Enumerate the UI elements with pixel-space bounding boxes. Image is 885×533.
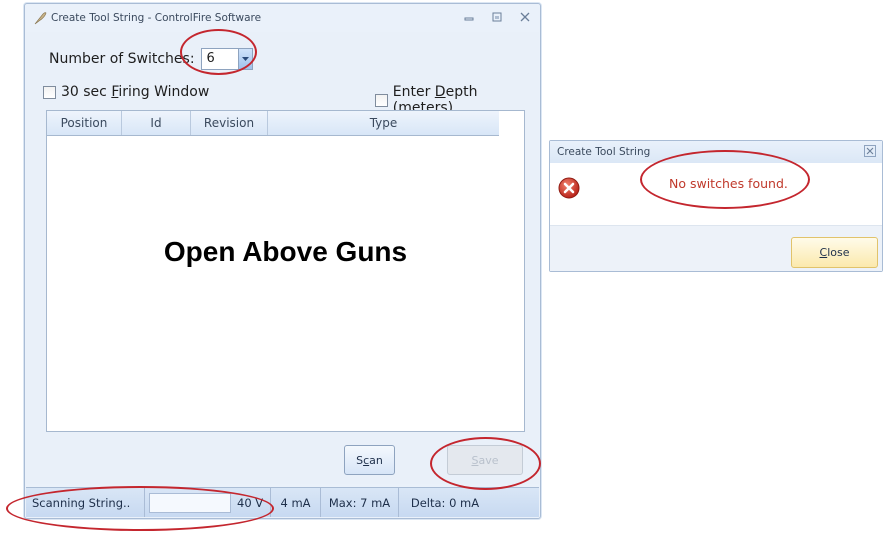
number-of-switches-label: Number of Switches:	[49, 51, 195, 67]
dialog-footer: Close	[550, 225, 882, 271]
app-feather-icon	[34, 12, 47, 25]
annotation-ellipse-status	[6, 486, 274, 531]
close-icon[interactable]	[518, 10, 532, 24]
scan-button[interactable]: Sc an	[344, 445, 395, 475]
dialog-title: Create Tool String	[557, 146, 651, 158]
firing-window-checkbox[interactable]	[43, 85, 56, 99]
annotation-ellipse-message	[640, 150, 810, 209]
status-current: 4 mA	[271, 488, 321, 517]
open-above-guns-text: Open Above Guns	[163, 236, 408, 267]
minimize-icon[interactable]	[462, 10, 476, 24]
dialog-close-icon[interactable]	[864, 145, 876, 157]
annotation-ellipse-save	[430, 437, 541, 490]
firing-window-label: 30 sec Firing Window	[61, 84, 210, 100]
column-header-type[interactable]: Type	[268, 111, 499, 135]
error-icon	[558, 177, 580, 199]
grid-header: Position Id Revision Type	[47, 111, 499, 136]
window-content: Number of Switches: 6 30 sec Firing Wind…	[26, 32, 539, 484]
column-header-position[interactable]: Position	[47, 111, 122, 135]
status-delta-current: Delta: 0 mA	[410, 495, 480, 510]
maximize-icon[interactable]	[490, 10, 504, 24]
switches-grid[interactable]: Position Id Revision Type Open Above Gun…	[46, 110, 525, 432]
firing-window-option[interactable]: 30 sec Firing Window	[43, 84, 209, 100]
window-controls	[462, 10, 532, 24]
enter-depth-checkbox[interactable]	[375, 93, 388, 107]
window-title: Create Tool String - ControlFire Softwar…	[51, 12, 262, 24]
close-button[interactable]: Close	[791, 237, 878, 268]
title-bar: Create Tool String - ControlFire Softwar…	[25, 4, 540, 32]
annotation-ellipse-switch-count	[180, 29, 257, 75]
column-header-revision[interactable]: Revision	[191, 111, 268, 135]
column-header-id[interactable]: Id	[122, 111, 191, 135]
status-max-current: Max: 7 mA	[321, 488, 399, 517]
